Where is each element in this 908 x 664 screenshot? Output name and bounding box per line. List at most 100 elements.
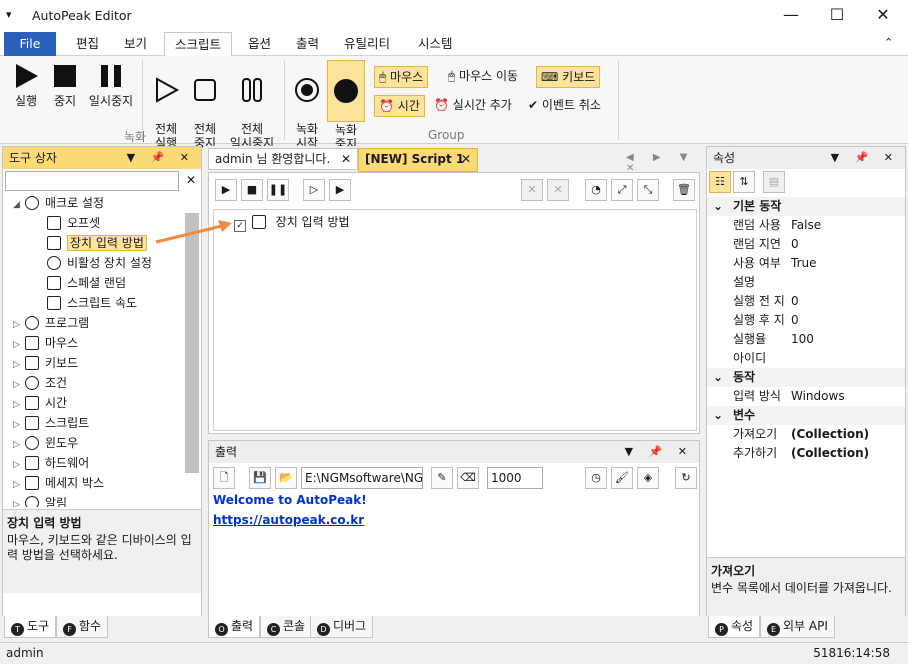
toolbox-tree-item[interactable]: ▷ 키보드 [3,353,183,373]
refresh-icon[interactable]: ↻ [675,467,697,489]
toolbox-tree-item[interactable]: ▷ 윈도우 [3,433,183,453]
pause-all-button[interactable]: 전체 일시중지 [226,62,278,150]
mouse-toggle[interactable]: 🖱 마우스 [374,66,429,88]
collapsed-arrow-icon[interactable]: ▷ [13,435,25,455]
property-value[interactable]: (Collection) [791,444,869,463]
collapsed-arrow-icon[interactable]: ▷ [13,455,25,475]
stop-all-button[interactable]: 전체 중지 [188,62,222,150]
expand-icon[interactable]: ⤢ [611,179,633,201]
toolbox-scrollbar[interactable] [185,213,199,473]
tab-file[interactable]: File [4,32,56,56]
collapsed-arrow-icon[interactable]: ▷ [13,355,25,375]
tab-edit[interactable]: 편집 [66,32,109,56]
script-disabled-icon[interactable]: ✕ [547,179,569,201]
ribbon-collapse-icon[interactable]: ⌃ [884,36,893,49]
property-category[interactable]: ⌄ 변수 [707,406,905,425]
script-step-over-icon[interactable]: ▶ [329,179,351,201]
panel-controls-icon[interactable]: ▼ 📌 ✕ [831,147,899,169]
collapsed-arrow-icon[interactable]: ▷ [13,395,25,415]
fill-icon[interactable]: ◈ [637,467,659,489]
record-start-button[interactable]: 녹화 시작 [290,62,324,150]
tab-console[interactable]: C 콘솔 [260,616,313,638]
tab-script[interactable]: 스크립트 [164,32,233,57]
eraser-icon[interactable]: ⌫ [457,467,479,489]
property-category[interactable]: ⌄ 기본 동작 [707,197,905,216]
script-run-icon[interactable]: ▶ [215,179,237,201]
collapsed-arrow-icon[interactable]: ▷ [13,475,25,495]
tab-external-api[interactable]: E 외부 API [760,616,835,638]
script-stop-icon[interactable]: ■ [241,179,263,201]
tab-functions[interactable]: F 함수 [56,616,109,638]
collapsed-arrow-icon[interactable]: ▷ [13,375,25,395]
toolbox-tree-item[interactable]: ▷ 마우스 [3,333,183,353]
clean-icon[interactable]: ✎ [431,467,453,489]
toolbox-tree-item[interactable]: 비활성 장치 설정 [3,253,183,273]
save-icon[interactable]: 💾 [249,467,271,489]
script-pause-icon[interactable]: ❚❚ [267,179,289,201]
property-value[interactable]: (Collection) [791,425,869,444]
property-row[interactable]: 추가하기 (Collection) [707,444,905,463]
system-menu-icon[interactable]: ▾ [6,8,12,21]
close-icon[interactable]: ✕ [461,149,471,169]
folder-icon[interactable]: 📂 [275,467,297,489]
property-row[interactable]: 랜덤 사용 False [707,216,905,235]
search-clear-icon[interactable]: ✕ [181,171,201,191]
tab-tools[interactable]: T 도구 [4,616,57,638]
output-count-input[interactable]: 1000 [487,467,543,489]
delete-icon[interactable]: 🗑 [673,179,695,201]
property-value[interactable]: False [791,216,821,235]
toolbox-tree-item[interactable]: ▷ 조건 [3,373,183,393]
collapsed-arrow-icon[interactable]: ▷ [13,495,25,507]
collapsed-arrow-icon[interactable]: ▷ [13,315,25,335]
property-value[interactable]: Windows [791,387,845,406]
tab-script1[interactable]: [NEW] Script 1 ✕ [358,148,478,172]
toolbox-tree-item[interactable]: 스크립트 속도 [3,293,183,313]
event-cancel-toggle[interactable]: ✔ 이벤트 취소 [524,95,605,117]
property-row[interactable]: 실행 전 지 0 [707,292,905,311]
script-timer-icon[interactable]: ◔ [585,179,607,201]
tab-properties[interactable]: P 속성 [708,616,761,638]
category-collapse-icon[interactable]: ⌄ [713,368,723,387]
tab-utility[interactable]: 유틸리티 [334,32,400,56]
tab-debug[interactable]: D 디버그 [310,616,374,638]
script-step-icon[interactable]: ▷ [303,179,325,201]
realtime-add-toggle[interactable]: ⏰ 실시간 추가 [430,95,516,117]
tab-view[interactable]: 보기 [114,32,157,56]
record-stop-button[interactable]: 녹화 중지 [327,60,365,151]
tab-welcome[interactable]: admin 님 환영합니다. ✕ [208,148,358,170]
run-button[interactable]: 실행 [8,62,44,108]
collapsed-arrow-icon[interactable]: ▷ [13,415,25,435]
property-row[interactable]: 사용 여부 True [707,254,905,273]
mouse-move-toggle[interactable]: 🖱 마우스 이동 [444,66,522,88]
stop-button[interactable]: 중지 [48,62,82,108]
toolbox-tree-item[interactable]: ▷ 하드웨어 [3,453,183,473]
categorized-icon[interactable]: ☷ [709,171,731,193]
panel-controls-icon[interactable]: ▼ 📌 ✕ [625,441,693,463]
script-line[interactable]: ✓ 장치 입력 방법 [234,212,350,232]
close-button[interactable]: ✕ [860,0,906,32]
category-collapse-icon[interactable]: ⌄ [713,197,723,216]
toolbox-tree-item[interactable]: ▷ 메세지 박스 [3,473,183,493]
time-toggle[interactable]: ⏰ 시간 [374,95,425,117]
toolbox-tree-item[interactable]: ▷ 스크립트 [3,413,183,433]
editor-tab-controls-icon[interactable]: ◀ ▶ ▼ ✕ [626,152,702,174]
category-collapse-icon[interactable]: ⌄ [713,406,723,425]
panel-controls-icon[interactable]: ▼ 📌 ✕ [127,147,195,169]
property-row[interactable]: 설명 [707,273,905,292]
script-disabled-icon[interactable]: ✕ [521,179,543,201]
property-row[interactable]: 아이디 [707,349,905,368]
property-category[interactable]: ⌄ 동작 [707,368,905,387]
keyboard-toggle[interactable]: ⌨ 키보드 [536,66,601,88]
toolbox-tree-item[interactable]: ▷ 시간 [3,393,183,413]
collapse-icon[interactable]: ⤡ [637,179,659,201]
toolbox-search-input[interactable] [5,171,179,191]
property-row[interactable]: 입력 방식 Windows [707,387,905,406]
expanded-arrow-icon[interactable]: ◢ [13,195,25,215]
sort-az-icon[interactable]: ⇅ [733,171,755,193]
close-icon[interactable]: ✕ [341,149,351,169]
property-row[interactable]: 가져오기 (Collection) [707,425,905,444]
toolbox-tree-item[interactable]: ◢ 매크로 설정 [3,193,183,213]
property-row[interactable]: 실행 후 지 0 [707,311,905,330]
toolbox-tree-item[interactable]: ▷ 알림 [3,493,183,507]
new-log-icon[interactable]: 🗋 [213,467,235,489]
